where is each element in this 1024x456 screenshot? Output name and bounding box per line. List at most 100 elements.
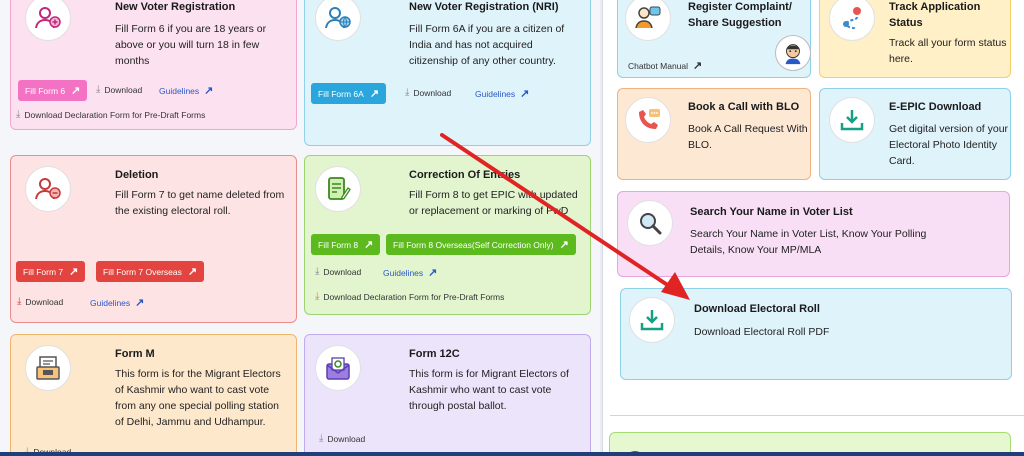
card-description: Get digital version of your Electoral Ph… <box>889 123 1009 167</box>
external-arrow-icon: ↗ <box>369 88 380 100</box>
card-track-application-status[interactable]: Track Application Status Track all your … <box>819 0 1011 78</box>
ballot-box-icon <box>25 345 71 391</box>
card-description: Fill Form 6A if you are a citizen of Ind… <box>409 23 565 67</box>
external-arrow-icon: ↗ <box>204 85 214 97</box>
download-link[interactable]: ⤓Download <box>405 87 451 98</box>
card-form-12c[interactable]: Form 12C This form is for Migrant Electo… <box>304 334 591 456</box>
download-icon: ⤓ <box>96 84 101 95</box>
card-download-electoral-roll[interactable]: Download Electoral Roll Download Elector… <box>620 288 1012 380</box>
button-label: Fill Form 7 <box>23 266 64 277</box>
card-title: Book a Call with BLO <box>688 101 800 113</box>
button-label: Fill Form 6A <box>318 88 364 99</box>
download-icon: ⤓ <box>315 291 320 302</box>
link-label: Guidelines <box>90 297 131 308</box>
external-arrow-icon: ↗ <box>71 85 81 97</box>
link-label: Download <box>104 84 143 95</box>
card-description: This form is for the Migrant Electors of… <box>115 368 281 428</box>
card-book-call-blo[interactable]: Book a Call with BLO Book A Call Request… <box>617 88 811 180</box>
download-link[interactable]: ⤓Download <box>319 433 365 444</box>
link-label: Chatbot Manual <box>628 60 689 71</box>
declaration-download-link[interactable]: ⤓ Download Declaration Form for Pre-Draft… <box>315 291 504 302</box>
card-search-name-voter-list[interactable]: Search Your Name in Voter List Search Yo… <box>617 191 1010 277</box>
card-description: This form is for Migrant Electors of Kas… <box>409 368 569 412</box>
card-e-epic-download[interactable]: E-EPIC Download Get digital version of y… <box>819 88 1011 180</box>
card-description: Fill Form 6 if you are 18 years or above… <box>115 23 267 67</box>
user-add-icon <box>25 0 71 41</box>
external-arrow-icon: ↗ <box>428 267 438 279</box>
external-arrow-icon: ↗ <box>69 266 79 278</box>
link-label: Download Declaration Form for Pre-Draft … <box>24 109 206 120</box>
download-icon: ⤓ <box>319 433 324 444</box>
download-icon: ⤓ <box>17 296 22 307</box>
envelope-icon <box>315 345 361 391</box>
phone-chat-icon <box>625 97 671 143</box>
card-register-complaint[interactable]: Register Complaint/ Share Suggestion Cha… <box>617 0 811 78</box>
card-form-m[interactable]: Form M This form is for the Migrant Elec… <box>10 334 297 456</box>
fill-form-8-overseas-button[interactable]: Fill Form 8 Overseas(Self Correction Onl… <box>386 234 576 255</box>
download-icon: ⤓ <box>405 87 410 98</box>
card-description: Fill Form 7 to get name deleted from the… <box>115 189 285 217</box>
complaint-icon <box>625 0 671 41</box>
link-label: Download <box>413 87 452 98</box>
external-arrow-icon: ↗ <box>559 239 569 251</box>
external-arrow-icon: ↗ <box>520 88 530 100</box>
guidelines-link[interactable]: Guidelines ↗ <box>383 266 437 279</box>
card-description: Book A Call Request With BLO. <box>688 123 808 151</box>
card-new-voter-registration-nri[interactable]: New Voter Registration (NRI) Fill Form 6… <box>304 0 591 146</box>
download-icon: ⤓ <box>16 109 21 120</box>
guidelines-link[interactable]: Guidelines ↗ <box>159 84 213 97</box>
card-title: Deletion <box>115 169 159 181</box>
search-icon <box>627 200 673 246</box>
fill-form-7-button[interactable]: Fill Form 7 ↗ <box>16 261 86 282</box>
voter-mitra-chatbot-icon[interactable] <box>775 35 811 71</box>
download-tray-icon <box>829 97 875 143</box>
download-link[interactable]: ⤓Download <box>17 296 63 307</box>
card-title: Form 12C <box>409 348 460 360</box>
download-tray-icon <box>629 297 675 343</box>
download-link[interactable]: ⤓Download <box>96 84 142 95</box>
card-title: Register Complaint/ Share Suggestion <box>688 1 792 29</box>
card-deletion[interactable]: Deletion Fill Form 7 to get name deleted… <box>10 155 297 323</box>
link-label: Download <box>323 266 362 277</box>
card-title: New Voter Registration (NRI) <box>409 1 559 13</box>
button-label: Fill Form 8 Overseas(Self Correction Onl… <box>393 239 554 250</box>
edit-document-icon <box>315 166 361 212</box>
card-title: New Voter Registration <box>115 1 236 13</box>
card-title: E-EPIC Download <box>889 101 982 113</box>
external-arrow-icon: ↗ <box>187 266 198 278</box>
chatbot-manual-link[interactable]: Chatbot Manual ↗ <box>628 59 702 72</box>
card-title: Form M <box>115 348 155 360</box>
card-description: Download Electoral Roll PDF <box>694 326 830 338</box>
card-correction-of-entries[interactable]: Correction Of Entries Fill Form 8 to get… <box>304 155 591 315</box>
guidelines-link[interactable]: Guidelines ↗ <box>475 87 529 100</box>
divider <box>610 415 1024 416</box>
declaration-download-link[interactable]: ⤓ Download Declaration Form for Pre-Draft… <box>16 109 205 120</box>
external-arrow-icon: ↗ <box>135 297 145 309</box>
link-label: Download <box>327 433 366 444</box>
card-description: Track all your form status here. <box>889 37 1007 65</box>
link-label: Guidelines <box>475 88 516 99</box>
link-label: Guidelines <box>383 267 424 278</box>
card-title: Track Application Status <box>889 1 981 29</box>
link-label: Download <box>25 296 64 307</box>
download-icon: ⤓ <box>315 266 320 277</box>
fill-form-6a-button[interactable]: Fill Form 6A ↗ <box>311 83 387 104</box>
globe-user-icon <box>315 0 361 41</box>
button-label: Fill Form 7 Overseas <box>103 266 182 277</box>
fill-form-6-button[interactable]: Fill Form 6 ↗ <box>18 80 88 101</box>
button-label: Fill Form 6 <box>25 85 66 96</box>
card-description: Search Your Name in Voter List, Know You… <box>690 228 927 256</box>
external-arrow-icon: ↗ <box>693 60 703 72</box>
card-title: Correction Of Entries <box>409 169 521 181</box>
track-route-icon <box>829 0 875 41</box>
link-label: Guidelines <box>159 85 200 96</box>
user-remove-icon <box>25 166 71 212</box>
card-new-voter-registration[interactable]: New Voter Registration Fill Form 6 if yo… <box>10 0 297 130</box>
download-link[interactable]: ⤓Download <box>315 266 361 277</box>
fill-form-7-overseas-button[interactable]: Fill Form 7 Overseas ↗ <box>96 261 205 282</box>
guidelines-link[interactable]: Guidelines ↗ <box>90 296 144 309</box>
external-arrow-icon: ↗ <box>364 239 374 251</box>
fill-form-8-button[interactable]: Fill Form 8 ↗ <box>311 234 381 255</box>
card-description: Fill Form 8 to get EPIC with updated or … <box>409 189 578 217</box>
card-title: Download Electoral Roll <box>694 303 820 315</box>
